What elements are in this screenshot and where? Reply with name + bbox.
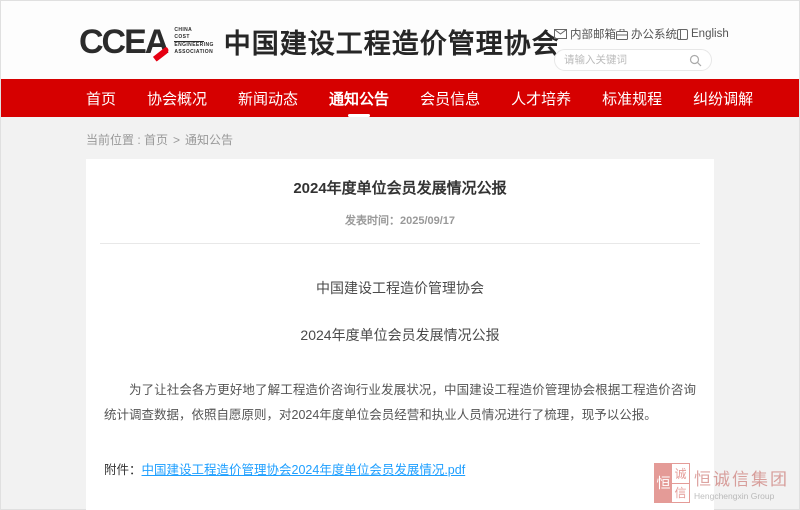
hengchengxin-watermark: 恒 诚 信 恒诚信集团 Hengchengxin Group [654,463,789,503]
attachment-row: 附件：中国建设工程造价管理协会2024年度单位会员发展情况.pdf [104,459,696,478]
publish-time-value: 2025/09/17 [400,215,455,227]
site-logo[interactable]: CCEA CHINA COST ENGINEERING ASSOCIATION … [79,22,560,61]
title-divider [100,243,700,244]
hengchengxin-seal-icon: 恒 诚 信 [654,463,690,503]
nav-item-notices[interactable]: 通知公告 [329,88,389,109]
breadcrumb-current-link[interactable]: 通知公告 [185,133,233,147]
english-link[interactable]: English [677,28,729,40]
search-input[interactable] [564,54,689,66]
nav-item-about[interactable]: 协会概况 [147,88,207,109]
nav-item-home[interactable]: 首页 [86,88,116,109]
office-system-icon [616,29,628,40]
breadcrumb: 当前位置 : 首页 > 通知公告 [1,117,799,159]
watermark-name-cn: 恒诚信集团 [694,465,789,490]
nav-item-mediation[interactable]: 纠纷调解 [693,88,753,109]
article-paragraph: 为了让社会各方更好地了解工程造价咨询行业发展状况，中国建设工程造价管理协会根据工… [104,378,696,428]
language-icon [677,29,688,40]
search-icon[interactable] [689,54,702,67]
office-system-link[interactable]: 办公系统 [616,26,677,42]
org-name: 中国建设工程造价管理协会 [224,22,560,61]
internal-mail-link[interactable]: 内部邮箱 [554,26,616,42]
publish-time: 发表时间：2025/09/17 [104,212,696,228]
article-card: 2024年度单位会员发展情况公报 发表时间：2025/09/17 中国建设工程造… [86,159,714,510]
quick-link-label: 办公系统 [631,26,677,42]
site-header: CCEA CHINA COST ENGINEERING ASSOCIATION … [1,1,799,79]
quick-link-label: English [691,28,729,40]
mail-icon [554,29,567,39]
attachment-pdf-link[interactable]: 中国建设工程造价管理协会2024年度单位会员发展情况.pdf [142,463,466,477]
logo-a-red-swoosh: A [145,25,168,59]
quick-links: 内部邮箱 办公系统 English [554,26,712,42]
watermark-text: 恒诚信集团 Hengchengxin Group [694,465,789,501]
publish-time-label: 发表时间： [345,215,400,227]
document-title-line: 2024年度单位会员发展情况公报 [104,325,696,345]
search-box [554,49,712,71]
logo-acronym: CCEA [79,25,167,59]
quick-link-label: 内部邮箱 [570,26,616,42]
breadcrumb-separator: > [173,133,180,147]
breadcrumb-prefix: 当前位置 : [86,133,144,147]
nav-item-news[interactable]: 新闻动态 [238,88,298,109]
nav-item-training[interactable]: 人才培养 [511,88,571,109]
main-nav: 首页 协会概况 新闻动态 通知公告 会员信息 人才培养 标准规程 纠纷调解 [1,79,799,117]
breadcrumb-home-link[interactable]: 首页 [144,133,168,147]
logo-subtitle: CHINA COST ENGINEERING ASSOCIATION [174,27,213,57]
watermark-name-en: Hengchengxin Group [694,491,789,501]
page-title: 2024年度单位会员发展情况公报 [104,177,696,198]
header-utilities: 内部邮箱 办公系统 English [554,26,712,71]
attachment-label: 附件： [104,463,142,477]
document-org-line: 中国建设工程造价管理协会 [104,278,696,298]
nav-item-standards[interactable]: 标准规程 [602,88,662,109]
nav-item-members[interactable]: 会员信息 [420,88,480,109]
